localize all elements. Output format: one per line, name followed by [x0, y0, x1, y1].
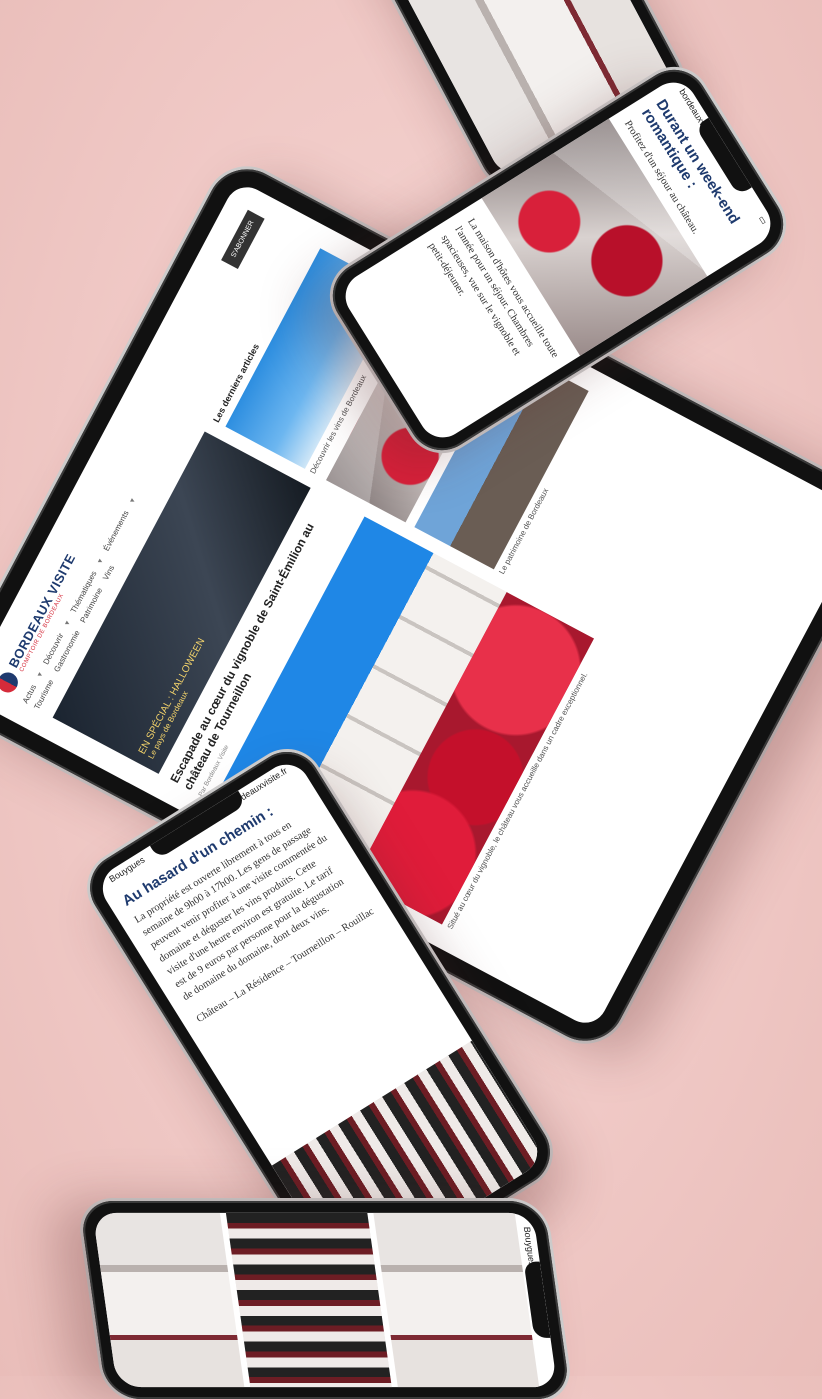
device-frame: Bouygues [78, 1200, 572, 1399]
interior-photo[interactable] [92, 1212, 245, 1388]
chevron-down-icon: ▾ [62, 619, 73, 627]
phone-screen: Bouygues [92, 1212, 558, 1388]
interior-photo[interactable] [373, 1212, 540, 1388]
battery-icon: ▭ [756, 213, 770, 227]
phone-bottom: Bouygues [78, 1200, 572, 1399]
nav-item[interactable]: Vins [101, 564, 116, 582]
logo-icon [0, 668, 21, 696]
chevron-down-icon: ▾ [34, 670, 45, 679]
chevron-down-icon: ▾ [127, 496, 138, 505]
chevron-down-icon: ▾ [95, 557, 106, 565]
wine-cellar-photo[interactable] [225, 1212, 392, 1388]
